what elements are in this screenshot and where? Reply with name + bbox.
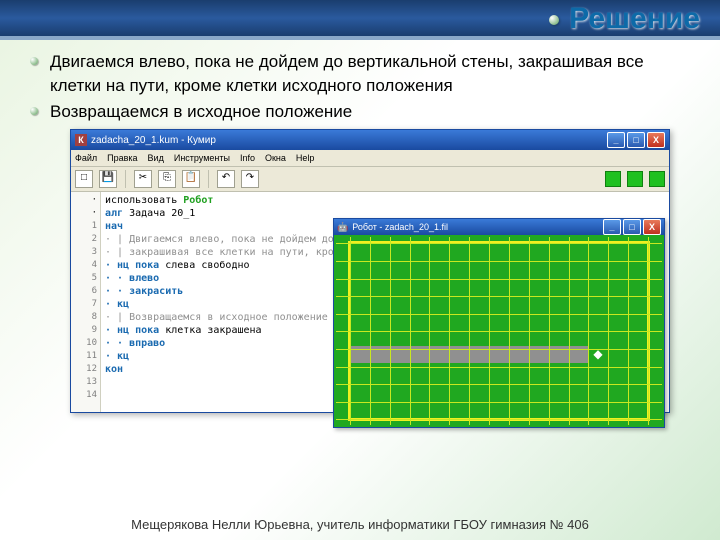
- robot-title: Робот - zadach_20_1.fil: [352, 222, 603, 232]
- menu-windows[interactable]: Окна: [265, 153, 286, 163]
- menu-help[interactable]: Help: [296, 153, 315, 163]
- robot-field[interactable]: ◆: [334, 235, 664, 427]
- robot-minimize-button[interactable]: _: [603, 219, 621, 235]
- header-bar: Решение: [0, 0, 720, 36]
- robot-window-buttons: _ □ X: [603, 219, 661, 235]
- save-button[interactable]: 💾: [99, 170, 117, 188]
- new-button[interactable]: □: [75, 170, 93, 188]
- robot-close-button[interactable]: X: [643, 219, 661, 235]
- bullet-2: Возвращаемся в исходное положение: [50, 100, 670, 124]
- robot-marker: ◆: [592, 348, 604, 360]
- run-button[interactable]: [605, 171, 621, 187]
- close-button[interactable]: X: [647, 132, 665, 148]
- content-area: Двигаемся влево, пока не дойдем до верти…: [0, 36, 720, 123]
- menu-file[interactable]: Файл: [75, 153, 97, 163]
- maximize-button[interactable]: □: [627, 132, 645, 148]
- menu-view[interactable]: Вид: [148, 153, 164, 163]
- titlebar[interactable]: К zadacha_20_1.kum - Кумир _ □ X: [71, 130, 669, 150]
- main-area: · · 1 2 3 4 5 6 7 8 9 10 11 12 13 14 исп…: [71, 192, 669, 412]
- cut-button[interactable]: ✂: [134, 170, 152, 188]
- step-button[interactable]: [627, 171, 643, 187]
- menu-edit[interactable]: Правка: [107, 153, 137, 163]
- undo-button[interactable]: ↶: [217, 170, 235, 188]
- robot-titlebar[interactable]: 🤖 Робот - zadach_20_1.fil _ □ X: [334, 219, 664, 235]
- window-title: zadacha_20_1.kum - Кумир: [91, 135, 607, 146]
- slide-footer: Мещерякова Нелли Юрьевна, учитель информ…: [0, 517, 720, 532]
- kumir-window: К zadacha_20_1.kum - Кумир _ □ X Файл Пр…: [70, 129, 670, 413]
- menu-tools[interactable]: Инструменты: [174, 153, 230, 163]
- robot-window: 🤖 Робот - zadach_20_1.fil _ □ X ◆: [333, 218, 665, 428]
- app-icon: К: [75, 134, 87, 146]
- menu-info[interactable]: Info: [240, 153, 255, 163]
- minimize-button[interactable]: _: [607, 132, 625, 148]
- line-gutter: · · 1 2 3 4 5 6 7 8 9 10 11 12 13 14: [71, 192, 101, 412]
- separator: [125, 170, 126, 188]
- stop-button[interactable]: [649, 171, 665, 187]
- paste-button[interactable]: 📋: [182, 170, 200, 188]
- robot-maximize-button[interactable]: □: [623, 219, 641, 235]
- separator: [208, 170, 209, 188]
- grid-inner: ◆: [336, 237, 662, 425]
- slide-title: Решение: [549, 2, 700, 36]
- toolbar: □ 💾 ✂ ⎘ 📋 ↶ ↷: [71, 167, 669, 192]
- window-buttons: _ □ X: [607, 132, 665, 148]
- slide-root: Решение Двигаемся влево, пока не дойдем …: [0, 0, 720, 540]
- menubar[interactable]: Файл Правка Вид Инструменты Info Окна He…: [71, 150, 669, 167]
- redo-button[interactable]: ↷: [241, 170, 259, 188]
- robot-icon: 🤖: [337, 222, 348, 233]
- copy-button[interactable]: ⎘: [158, 170, 176, 188]
- bullet-1: Двигаемся влево, пока не дойдем до верти…: [50, 50, 670, 98]
